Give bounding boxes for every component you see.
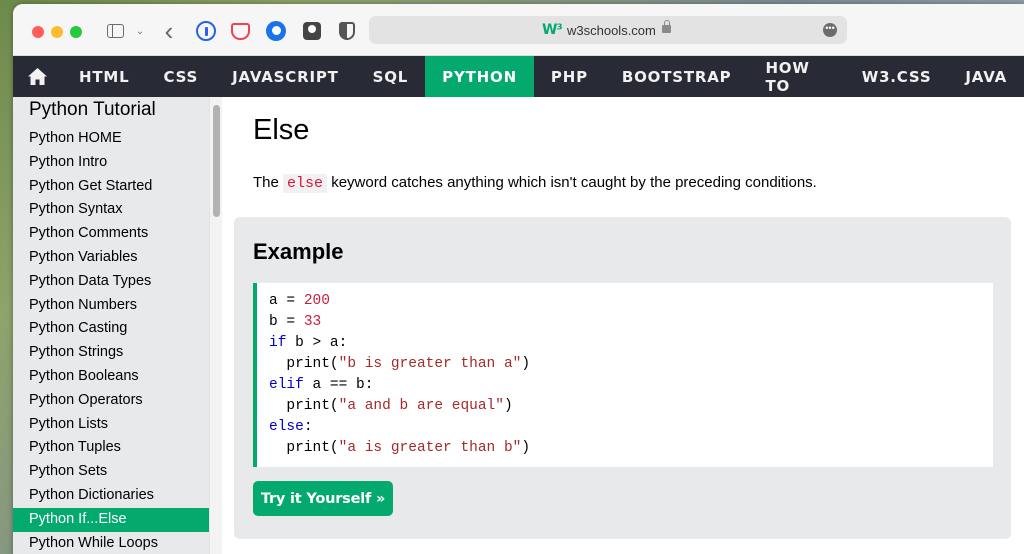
example-heading: Example	[253, 239, 344, 264]
address-url: w3schools.com	[567, 23, 656, 38]
lock-icon	[662, 20, 671, 33]
sidebar-item-python-home[interactable]: Python HOME	[13, 127, 209, 151]
scrollbar-thumb[interactable]	[213, 105, 220, 217]
sidebar: Python Tutorial Python HOME Python Intro…	[13, 97, 209, 554]
code-line: b = 33	[269, 314, 322, 330]
page-title: Else	[253, 114, 310, 146]
code-line: print("a and b are equal")	[269, 398, 513, 414]
code-line: a = 200	[269, 293, 330, 309]
sidebar-item-python-intro[interactable]: Python Intro	[13, 151, 209, 175]
try-it-yourself-button[interactable]: Try it Yourself »	[253, 481, 393, 516]
nav-item-w3css[interactable]: W3.CSS	[845, 56, 949, 97]
sidebar-item-python-comments[interactable]: Python Comments	[13, 222, 209, 246]
site-favicon-icon: W³	[542, 22, 563, 38]
nav-item-javascript[interactable]: JAVASCRIPT	[215, 56, 356, 97]
password-manager-extension-icon[interactable]	[195, 20, 217, 42]
sidebar-scrollbar[interactable]	[209, 97, 222, 554]
code-line: elif a == b:	[269, 377, 374, 393]
minimize-window-button[interactable]	[51, 26, 63, 38]
intro-text-before: The	[253, 174, 284, 191]
pocket-extension-icon[interactable]	[229, 20, 251, 42]
chevron-down-icon[interactable]: ⌄	[133, 20, 147, 42]
shield-extension-icon[interactable]	[336, 20, 358, 42]
nav-item-how-to[interactable]: HOW TO	[748, 56, 844, 97]
sidebar-item-python-dictionaries[interactable]: Python Dictionaries	[13, 484, 209, 508]
example-box: Example a = 200 b = 33 if b > a: print("…	[234, 217, 1011, 539]
nav-item-css[interactable]: CSS	[146, 56, 215, 97]
sidebar-item-python-sets[interactable]: Python Sets	[13, 460, 209, 484]
zoom-window-button[interactable]	[70, 26, 82, 38]
home-icon[interactable]	[13, 56, 62, 97]
sidebar-item-python-if-else[interactable]: Python If...Else	[13, 507, 209, 532]
sidebar-toggle-icon[interactable]	[105, 20, 125, 42]
intro-paragraph: The else keyword catches anything which …	[253, 174, 817, 193]
nav-item-sql[interactable]: SQL	[356, 56, 426, 97]
nav-item-python[interactable]: PYTHON	[425, 56, 534, 97]
nav-item-java[interactable]: JAVA	[948, 56, 1024, 97]
sidebar-item-python-numbers[interactable]: Python Numbers	[13, 294, 209, 318]
code-line: print("a is greater than b")	[269, 440, 531, 456]
sidebar-item-python-get-started[interactable]: Python Get Started	[13, 175, 209, 199]
nav-item-html[interactable]: HTML	[62, 56, 146, 97]
sidebar-item-python-lists[interactable]: Python Lists	[13, 413, 209, 437]
main-content: Else The else keyword catches anything w…	[222, 97, 1024, 554]
top-navigation: HTML CSS JAVASCRIPT SQL PYTHON PHP BOOTS…	[13, 56, 1024, 97]
intro-text-after: keyword catches anything which isn't cau…	[327, 174, 817, 191]
sidebar-item-python-while-loops[interactable]: Python While Loops	[13, 532, 209, 554]
sidebar-item-python-data-types[interactable]: Python Data Types	[13, 270, 209, 294]
sidebar-item-python-operators[interactable]: Python Operators	[13, 389, 209, 413]
sidebar-item-python-strings[interactable]: Python Strings	[13, 341, 209, 365]
sidebar-item-python-syntax[interactable]: Python Syntax	[13, 198, 209, 222]
close-window-button[interactable]	[32, 26, 44, 38]
nav-item-php[interactable]: PHP	[534, 56, 605, 97]
nav-item-bootstrap[interactable]: BOOTSTRAP	[605, 56, 749, 97]
address-bar[interactable]: W³ w3schools.com •••	[369, 16, 847, 44]
back-arrow-icon[interactable]: ‹	[159, 18, 179, 44]
code-line: else:	[269, 419, 313, 435]
browser-extension-icon[interactable]	[265, 20, 287, 42]
profile-extension-icon[interactable]	[301, 20, 323, 42]
browser-toolbar: ⌄ ‹ W³ w3schools.com •••	[13, 4, 1024, 56]
sidebar-list: Python HOME Python Intro Python Get Star…	[13, 127, 209, 554]
else-keyword: else	[283, 174, 328, 193]
sidebar-item-python-tuples[interactable]: Python Tuples	[13, 436, 209, 460]
sidebar-item-python-booleans[interactable]: Python Booleans	[13, 365, 209, 389]
code-line: if b > a:	[269, 335, 348, 351]
code-line: print("b is greater than a")	[269, 356, 531, 372]
sidebar-item-python-casting[interactable]: Python Casting	[13, 317, 209, 341]
sidebar-item-python-variables[interactable]: Python Variables	[13, 246, 209, 270]
browser-window: ⌄ ‹ W³ w3schools.com ••• HTML CSS JAVASC…	[13, 4, 1024, 554]
more-icon[interactable]: •••	[823, 23, 837, 37]
sidebar-heading: Python Tutorial	[29, 99, 156, 120]
code-block: a = 200 b = 33 if b > a: print("b is gre…	[253, 283, 993, 467]
